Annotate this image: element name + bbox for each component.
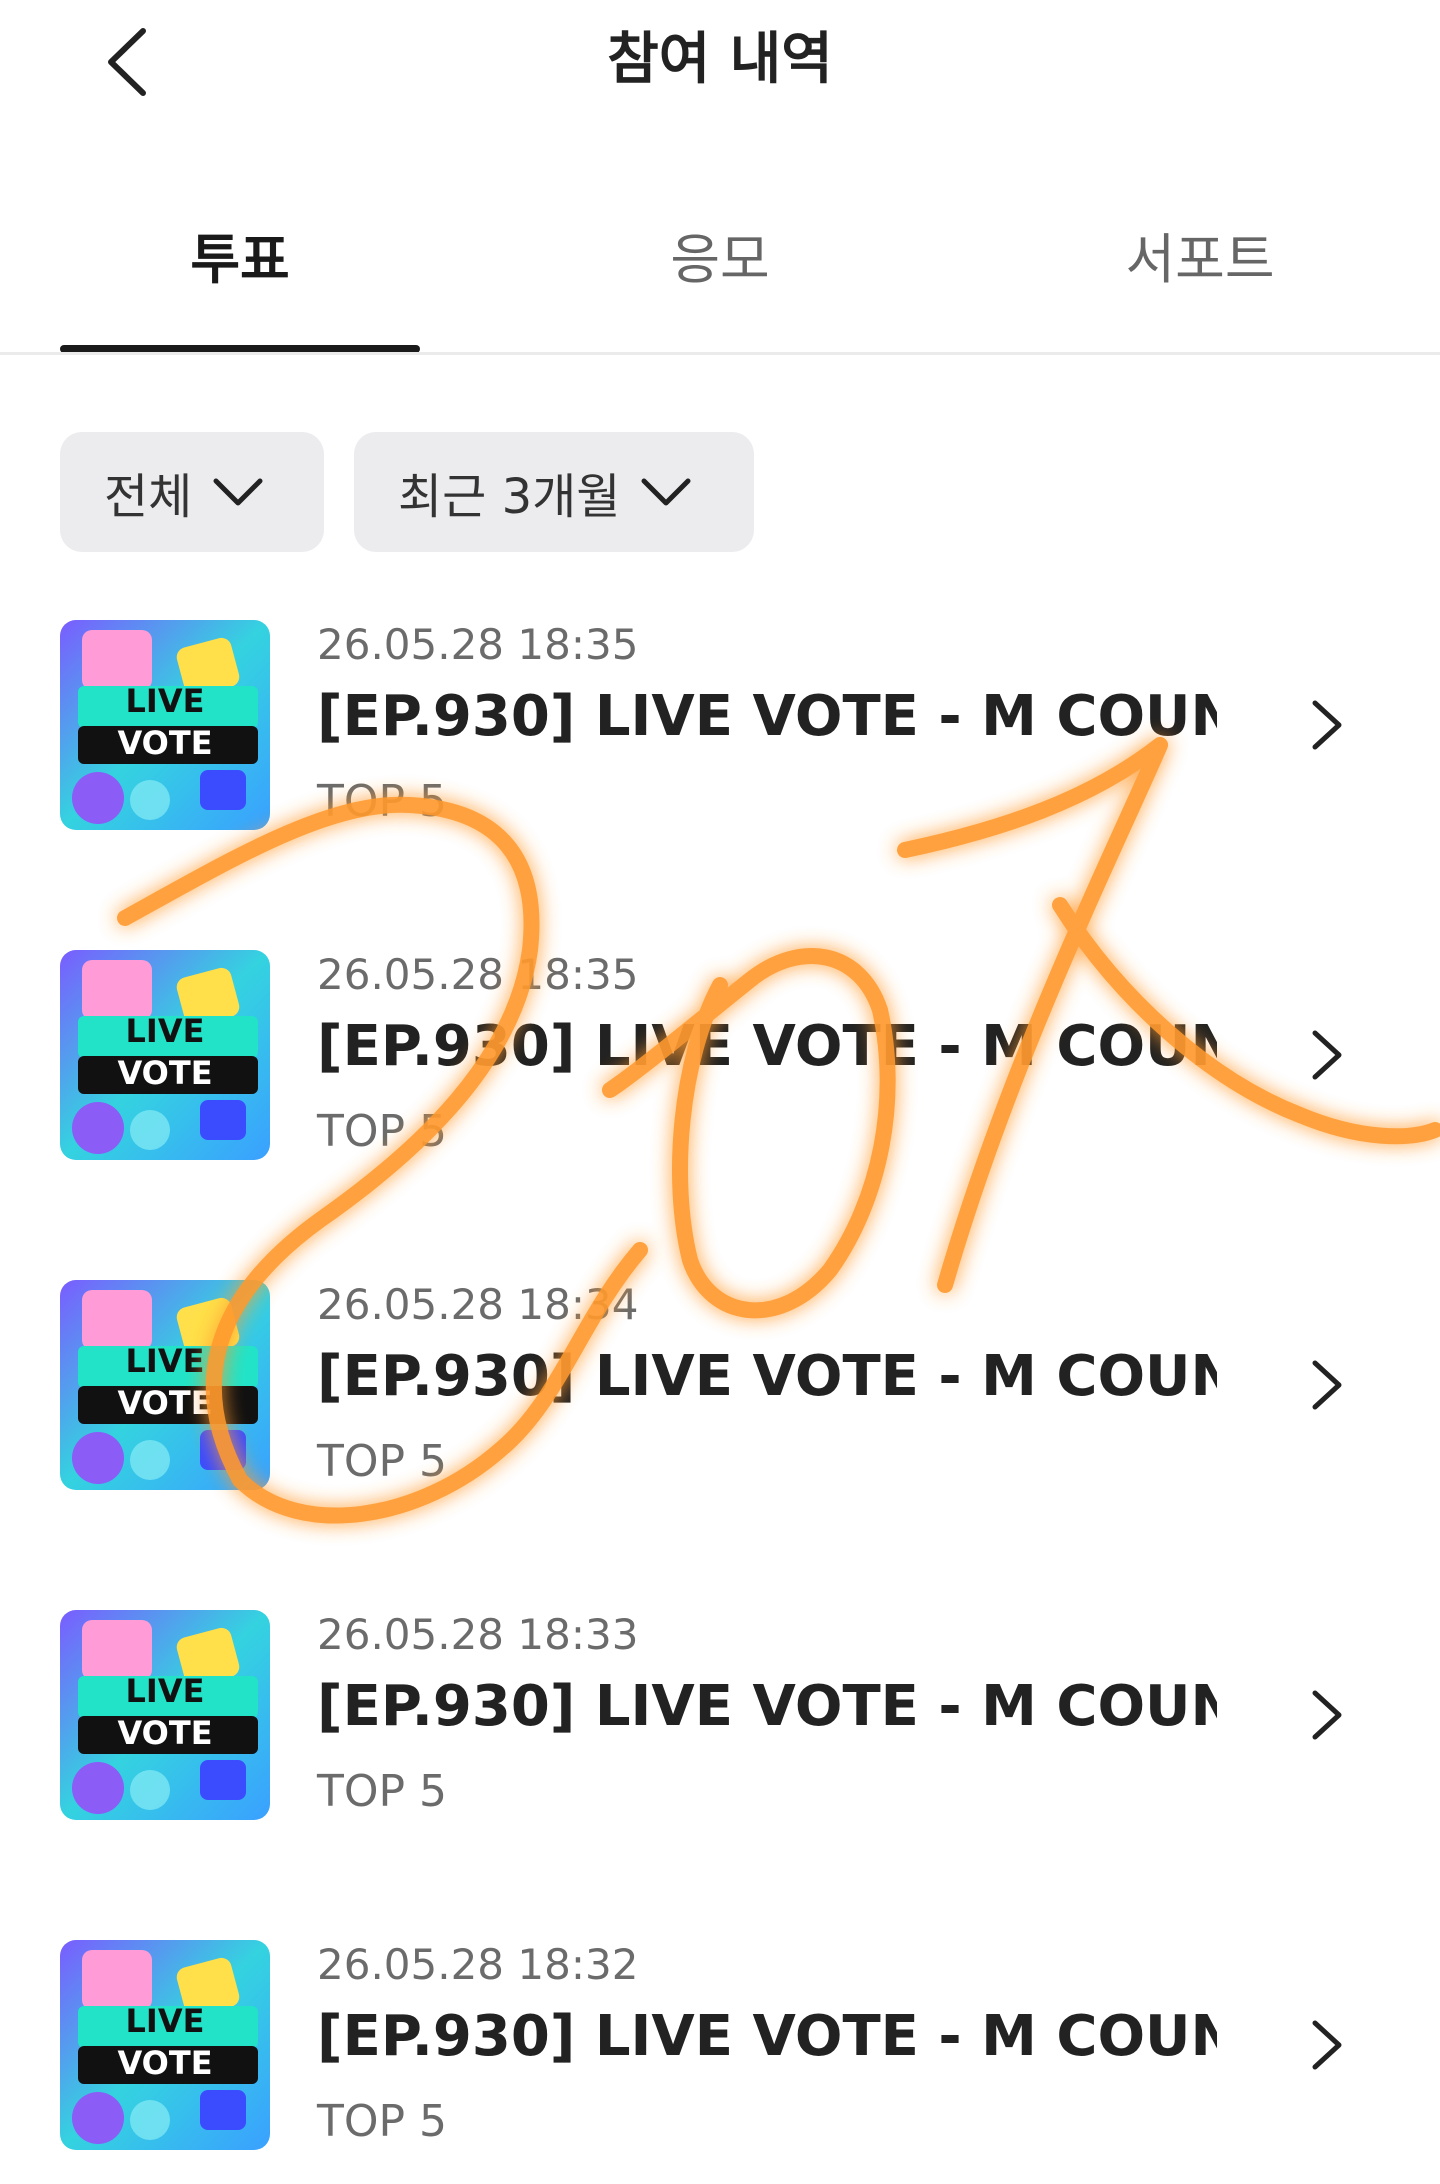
header: 참여 내역: [0, 0, 1440, 150]
item-title: [EP.930] LIVE VOTE - M COUN...: [317, 684, 1217, 749]
filter-bar: 전체 최근 3개월: [60, 432, 754, 552]
list-item[interactable]: LIVE VOTE 26.05.28 18:32 [EP.930] LIVE V…: [0, 1940, 1440, 2150]
thumbnail-text-live: LIVE: [125, 1672, 205, 1710]
chevron-right-icon: [1312, 1360, 1342, 1410]
live-vote-thumbnail: LIVE VOTE: [60, 1940, 270, 2150]
live-vote-thumbnail: LIVE VOTE: [60, 950, 270, 1160]
thumbnail-text-vote: VOTE: [117, 1384, 213, 1422]
list-item[interactable]: LIVE VOTE 26.05.28 18:35 [EP.930] LIVE V…: [0, 620, 1440, 830]
item-subtitle: TOP 5: [317, 2096, 448, 2147]
item-subtitle: TOP 5: [317, 1766, 448, 1817]
list-item[interactable]: LIVE VOTE 26.05.28 18:33 [EP.930] LIVE V…: [0, 1610, 1440, 1820]
filter-category-label: 전체: [104, 469, 193, 525]
chevron-right-icon: [1312, 2020, 1342, 2070]
tabs-divider: [0, 352, 1440, 355]
list-item[interactable]: LIVE VOTE 26.05.28 18:34 [EP.930] LIVE V…: [0, 1280, 1440, 1490]
chevron-right-icon: [1312, 700, 1342, 750]
page-title: 참여 내역: [607, 27, 833, 92]
item-date: 26.05.28 18:33: [317, 1610, 639, 1659]
tab-entry[interactable]: 응모: [540, 205, 900, 355]
item-subtitle: TOP 5: [317, 1436, 448, 1487]
item-date: 26.05.28 18:35: [317, 620, 639, 669]
tab-bar: 투표 응모 서포트: [0, 205, 1440, 355]
chevron-right-icon: [1312, 1030, 1342, 1080]
thumbnail-text-live: LIVE: [125, 682, 205, 720]
live-vote-thumbnail: LIVE VOTE: [60, 1610, 270, 1820]
filter-period-dropdown[interactable]: 최근 3개월: [354, 432, 754, 552]
filter-category-dropdown[interactable]: 전체: [60, 432, 324, 552]
tab-vote[interactable]: 투표: [60, 205, 420, 355]
item-title: [EP.930] LIVE VOTE - M COUN...: [317, 1344, 1217, 1409]
chevron-down-icon: [213, 478, 263, 506]
item-date: 26.05.28 18:32: [317, 1940, 639, 1989]
thumbnail-text-vote: VOTE: [117, 724, 213, 762]
item-date: 26.05.28 18:35: [317, 950, 639, 999]
item-title: [EP.930] LIVE VOTE - M COUN...: [317, 1014, 1217, 1079]
list-item[interactable]: LIVE VOTE 26.05.28 18:35 [EP.930] LIVE V…: [0, 950, 1440, 1160]
filter-period-label: 최근 3개월: [398, 469, 621, 525]
thumbnail-text-live: LIVE: [125, 1342, 205, 1380]
thumbnail-text-vote: VOTE: [117, 1714, 213, 1752]
thumbnail-text-vote: VOTE: [117, 1054, 213, 1092]
live-vote-thumbnail: LIVE VOTE: [60, 1280, 270, 1490]
item-title: [EP.930] LIVE VOTE - M COUN...: [317, 1674, 1217, 1739]
item-subtitle: TOP 5: [317, 776, 448, 827]
thumbnail-text-live: LIVE: [125, 1012, 205, 1050]
chevron-down-icon: [641, 478, 691, 506]
item-subtitle: TOP 5: [317, 1106, 448, 1157]
thumbnail-text-live: LIVE: [125, 2002, 205, 2040]
item-title: [EP.930] LIVE VOTE - M COUN...: [317, 2004, 1217, 2069]
tab-support[interactable]: 서포트: [1020, 205, 1380, 355]
item-date: 26.05.28 18:34: [317, 1280, 639, 1329]
live-vote-thumbnail: LIVE VOTE: [60, 620, 270, 830]
thumbnail-text-vote: VOTE: [117, 2044, 213, 2082]
chevron-right-icon: [1312, 1690, 1342, 1740]
